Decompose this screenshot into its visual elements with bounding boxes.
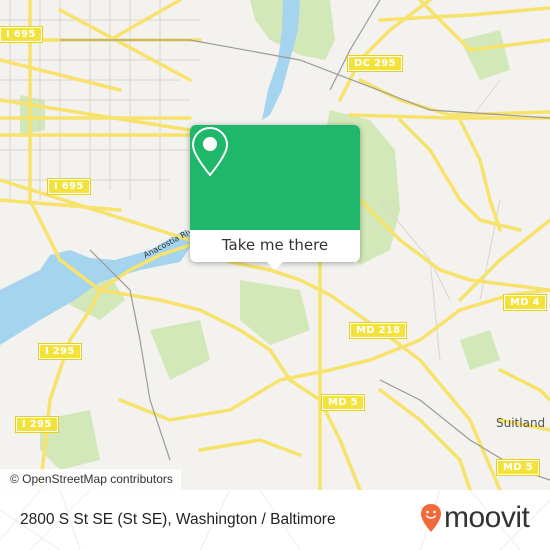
- footer-bar: 2800 S St SE (St SE), Washington / Balti…: [0, 490, 550, 550]
- road-shield-i695: I 695: [47, 178, 91, 195]
- popup-header[interactable]: [190, 125, 360, 230]
- map-attribution[interactable]: © OpenStreetMap contributors: [0, 469, 181, 490]
- road-shield-i295-south: I 295: [15, 416, 59, 433]
- moovit-logo[interactable]: moovit: [420, 501, 530, 534]
- road-shield-i695-west: I 695: [0, 26, 43, 43]
- road-shield-md218: MD 218: [348, 322, 408, 339]
- take-me-there-button[interactable]: Take me there: [190, 230, 360, 262]
- map-canvas[interactable]: I 695 I 695 DC 295 I 295 I 295 MD 218 MD…: [0, 0, 550, 490]
- road-shield-md5-east: MD 5: [496, 459, 540, 476]
- road-shield-i295-north: I 295: [38, 343, 82, 360]
- map-pin-icon: [191, 126, 229, 177]
- place-label-suitland: Suitland: [496, 416, 546, 430]
- destination-popup: Take me there: [190, 125, 360, 270]
- moovit-wordmark: moovit: [444, 501, 530, 534]
- moovit-pin-icon: [421, 504, 441, 532]
- popup-pointer: [267, 262, 283, 270]
- road-shield-md5-north: MD 5: [321, 394, 365, 411]
- address-text: 2800 S St SE (St SE), Washington / Balti…: [20, 511, 336, 528]
- road-shield-md4: MD 4: [503, 294, 547, 311]
- road-shield-dc295: DC 295: [347, 55, 403, 72]
